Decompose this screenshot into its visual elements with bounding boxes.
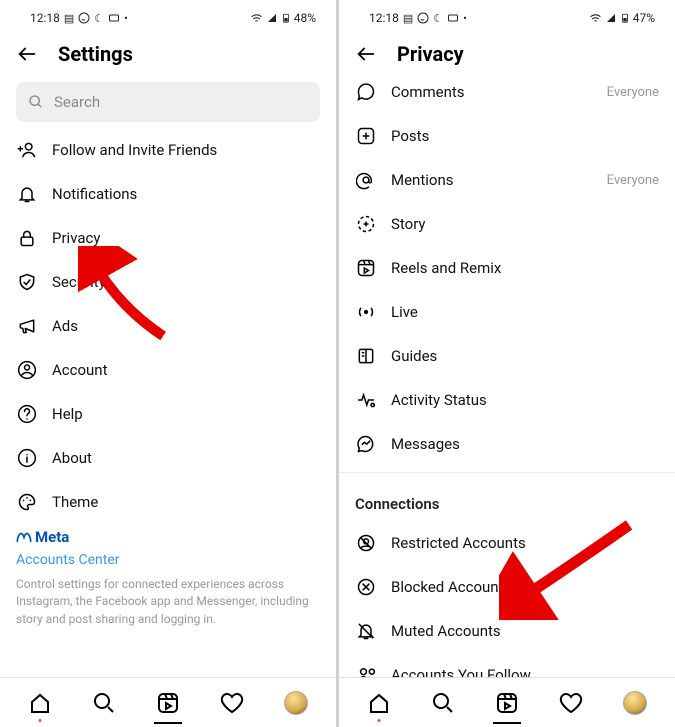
nav-home[interactable]	[27, 690, 53, 716]
notification-icon: ▤	[64, 12, 74, 25]
at-icon	[355, 169, 377, 191]
search-input[interactable]: Search	[16, 82, 320, 122]
nav-reels[interactable]	[155, 690, 181, 716]
whatsapp-icon	[417, 12, 429, 24]
more-icon: •	[463, 12, 467, 25]
moon-icon: ☾	[433, 12, 443, 25]
menu-privacy[interactable]: Privacy	[0, 216, 336, 260]
privacy-menu: Comments Everyone Posts Mentions Everyon…	[339, 70, 675, 677]
status-bar: 12:18 ▤ ☾ • 48%	[0, 0, 336, 24]
menu-posts[interactable]: Posts	[339, 114, 675, 158]
menu-mentions[interactable]: Mentions Everyone	[339, 158, 675, 202]
status-bar: 12:18 ▤ ☾ • 47%	[339, 0, 675, 24]
reels-icon	[355, 257, 377, 279]
wifi-icon	[250, 12, 263, 25]
blocked-icon	[355, 576, 377, 598]
restricted-icon	[355, 532, 377, 554]
people-icon	[355, 664, 377, 677]
live-icon	[355, 301, 377, 323]
page-title: Settings	[58, 42, 133, 66]
menu-live[interactable]: Live	[339, 290, 675, 334]
person-circle-icon	[16, 359, 38, 381]
megaphone-icon	[16, 315, 38, 337]
story-icon	[355, 213, 377, 235]
bell-icon	[16, 183, 38, 205]
menu-notifications[interactable]: Notifications	[0, 172, 336, 216]
section-connections: Connections	[339, 479, 675, 521]
status-time: 12:18	[30, 11, 60, 25]
menu-account[interactable]: Account	[0, 348, 336, 392]
whatsapp-icon	[78, 12, 90, 24]
search-placeholder: Search	[54, 93, 100, 111]
menu-reels[interactable]: Reels and Remix	[339, 246, 675, 290]
menu-guides[interactable]: Guides	[339, 334, 675, 378]
menu-blocked[interactable]: Blocked Accounts	[339, 565, 675, 609]
battery-icon	[620, 11, 630, 25]
helper-text: Control settings for connected experienc…	[16, 576, 320, 628]
mail-icon	[108, 12, 120, 24]
settings-screen: 12:18 ▤ ☾ • 48% Se	[0, 0, 336, 727]
nav-activity[interactable]	[219, 690, 245, 716]
add-square-icon	[355, 125, 377, 147]
menu-about[interactable]: About	[0, 436, 336, 480]
settings-menu: Follow and Invite Friends Notifications …	[0, 128, 336, 677]
nav-search[interactable]	[430, 690, 456, 716]
moon-icon: ☾	[94, 12, 104, 25]
notification-icon: ▤	[403, 12, 413, 25]
avatar	[284, 691, 308, 715]
menu-ads[interactable]: Ads	[0, 304, 336, 348]
messenger-icon	[355, 433, 377, 455]
help-icon	[16, 403, 38, 425]
privacy-screen: 12:18 ▤ ☾ • 47% Privacy Comments Everyon…	[339, 0, 675, 727]
bottom-nav	[0, 677, 336, 727]
meta-logo: Meta	[16, 528, 320, 546]
lock-icon	[16, 227, 38, 249]
menu-messages[interactable]: Messages	[339, 422, 675, 466]
menu-story[interactable]: Story	[339, 202, 675, 246]
nav-reels[interactable]	[494, 690, 520, 716]
meta-footer: Meta Accounts Center Control settings fo…	[0, 524, 336, 634]
battery-percent: 47%	[633, 11, 655, 25]
back-icon[interactable]	[355, 43, 377, 65]
search-icon	[28, 94, 44, 110]
menu-follow-invite[interactable]: Follow and Invite Friends	[0, 128, 336, 172]
bottom-nav	[339, 677, 675, 727]
info-icon	[16, 447, 38, 469]
divider	[339, 472, 675, 473]
add-person-icon	[16, 139, 38, 161]
wifi-icon	[589, 12, 602, 25]
menu-theme[interactable]: Theme	[0, 480, 336, 524]
nav-profile[interactable]	[622, 690, 648, 716]
shield-icon	[16, 271, 38, 293]
signal-icon	[266, 12, 278, 24]
signal-icon	[605, 12, 617, 24]
bell-off-icon	[355, 620, 377, 642]
menu-muted[interactable]: Muted Accounts	[339, 609, 675, 653]
menu-comments[interactable]: Comments Everyone	[339, 70, 675, 114]
page-title: Privacy	[397, 42, 464, 66]
comments-icon	[355, 81, 377, 103]
accounts-center-link[interactable]: Accounts Center	[16, 546, 320, 576]
back-icon[interactable]	[16, 43, 38, 65]
guides-icon	[355, 345, 377, 367]
nav-activity[interactable]	[558, 690, 584, 716]
battery-icon	[281, 11, 291, 25]
menu-activity-status[interactable]: Activity Status	[339, 378, 675, 422]
nav-search[interactable]	[91, 690, 117, 716]
menu-help[interactable]: Help	[0, 392, 336, 436]
avatar	[623, 691, 647, 715]
more-icon: •	[124, 12, 128, 25]
header: Settings	[0, 24, 336, 80]
nav-home[interactable]	[366, 690, 392, 716]
activity-icon	[355, 389, 377, 411]
menu-accounts-follow[interactable]: Accounts You Follow	[339, 653, 675, 677]
mail-icon	[447, 12, 459, 24]
palette-icon	[16, 491, 38, 513]
status-time: 12:18	[369, 11, 399, 25]
nav-profile[interactable]	[283, 690, 309, 716]
menu-restricted[interactable]: Restricted Accounts	[339, 521, 675, 565]
battery-percent: 48%	[294, 11, 316, 25]
menu-security[interactable]: Security	[0, 260, 336, 304]
